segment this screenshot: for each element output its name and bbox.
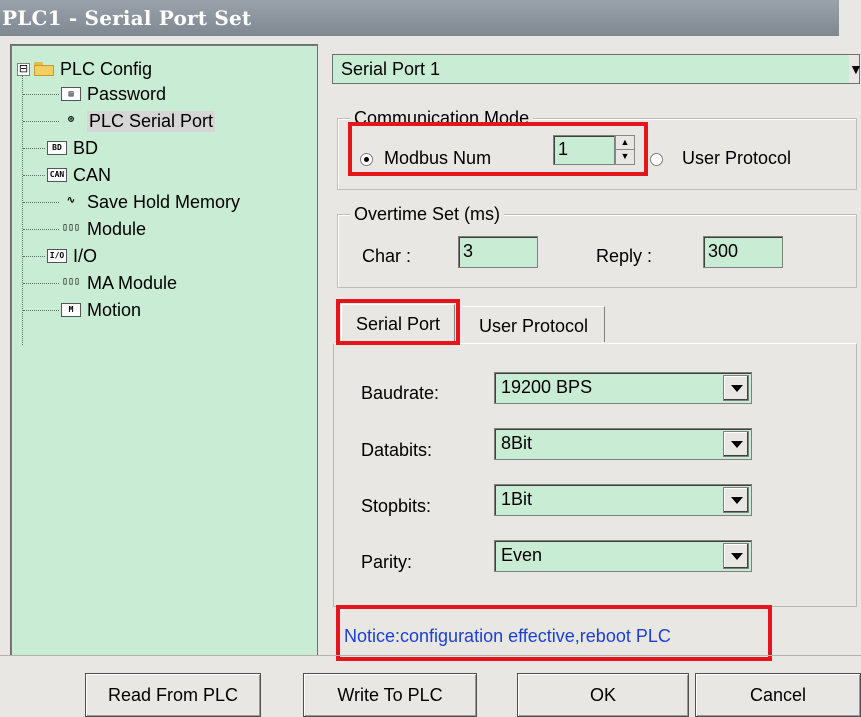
config-tree[interactable]: ⊟ PLC Config ▤ Password ⊕ PLC Serial Por… — [10, 44, 318, 656]
tree-item-password[interactable]: ▤ Password — [23, 82, 166, 106]
tree-item-label: I/O — [73, 245, 98, 266]
char-label: Char : — [362, 246, 412, 266]
bd-icon: BD — [47, 141, 67, 155]
password-icon: ▤ — [61, 87, 81, 101]
tree-root-label: PLC Config — [60, 58, 153, 79]
tree-item-bd[interactable]: BD BD — [23, 136, 98, 160]
tree-item-can[interactable]: CAN CAN — [23, 163, 111, 187]
tree-item-module[interactable]: ▯▯▯ Module — [23, 217, 146, 241]
tree-item-label: Save Hold Memory — [87, 191, 241, 212]
chevron-down-icon[interactable] — [723, 375, 749, 401]
serial-port-icon: ⊕ — [67, 114, 75, 125]
baudrate-label: Baudrate: — [361, 383, 440, 403]
databits-label: Databits: — [361, 440, 433, 460]
chevron-down-icon[interactable] — [723, 487, 749, 513]
user-protocol-radio[interactable]: User Protocol — [650, 146, 791, 170]
stopbits-select[interactable]: 1Bit — [494, 484, 752, 516]
parity-select[interactable]: Even — [494, 540, 752, 572]
window-title: PLC1 - Serial Port Set — [2, 6, 252, 30]
user-protocol-label: User Protocol — [682, 148, 792, 168]
tree-item-ma-module[interactable]: ▯▯▯ MA Module — [23, 271, 177, 295]
write-to-plc-button[interactable]: Write To PLC — [303, 673, 477, 717]
tree-item-label: CAN — [73, 164, 112, 185]
motion-icon: M — [61, 303, 81, 317]
tab-user-protocol[interactable]: User Protocol — [463, 306, 605, 342]
window-title-bar: PLC1 - Serial Port Set — [0, 0, 861, 36]
baudrate-select[interactable]: 19200 BPS — [494, 372, 752, 404]
collapse-icon[interactable]: ⊟ — [17, 62, 30, 76]
radio-unchecked-icon[interactable] — [650, 152, 663, 166]
folder-icon — [34, 62, 54, 76]
highlight-box-tab — [336, 299, 460, 345]
highlight-box-notice — [336, 605, 772, 661]
tree-item-label: Motion — [87, 299, 142, 320]
module-icon: ▯▯▯ — [61, 222, 81, 233]
tree-item-io[interactable]: I/O I/O — [23, 244, 97, 268]
tree-item-plc-serial-port[interactable]: ⊕ PLC Serial Port — [23, 109, 216, 133]
overtime-set-title: Overtime Set (ms) — [350, 203, 505, 225]
serial-port-select-value: Serial Port 1 — [341, 59, 441, 79]
chevron-down-icon[interactable]: ▼ — [849, 55, 861, 83]
chevron-down-icon[interactable] — [723, 543, 749, 569]
tree-item-label: MA Module — [87, 272, 178, 293]
io-icon: I/O — [47, 249, 67, 263]
serial-port-select[interactable]: Serial Port 1 ▼ — [332, 54, 861, 84]
tree-item-motion[interactable]: M Motion — [23, 298, 141, 322]
databits-value: 8Bit — [501, 433, 533, 453]
ma-module-icon: ▯▯▯ — [61, 276, 81, 287]
title-bar-edge — [839, 0, 861, 36]
divider — [0, 655, 861, 656]
ok-button[interactable]: OK — [517, 673, 689, 717]
stopbits-value: 1Bit — [501, 489, 533, 509]
char-timeout-input[interactable]: 3 — [458, 236, 538, 268]
parity-value: Even — [501, 545, 543, 565]
cancel-button[interactable]: Cancel — [695, 673, 861, 717]
tree-item-save-hold-memory[interactable]: ∿ Save Hold Memory — [23, 190, 240, 214]
can-icon: CAN — [47, 168, 67, 182]
chevron-down-icon[interactable] — [723, 431, 749, 457]
baudrate-value: 19200 BPS — [501, 377, 593, 397]
tree-item-label: Module — [87, 218, 147, 239]
highlight-box-mode — [348, 122, 648, 176]
tree-item-label: PLC Serial Port — [87, 110, 216, 132]
tree-item-label: BD — [73, 137, 99, 158]
parity-label: Parity: — [361, 552, 413, 572]
tree-item-label: Password — [87, 83, 167, 104]
read-from-plc-button[interactable]: Read From PLC — [85, 673, 261, 717]
tree-root-plc-config[interactable]: ⊟ PLC Config — [17, 57, 152, 81]
reply-label: Reply : — [596, 246, 653, 266]
databits-select[interactable]: 8Bit — [494, 428, 752, 460]
stopbits-label: Stopbits: — [361, 496, 432, 516]
waveform-icon: ∿ — [66, 195, 76, 206]
reply-timeout-input[interactable]: 300 — [703, 236, 783, 268]
